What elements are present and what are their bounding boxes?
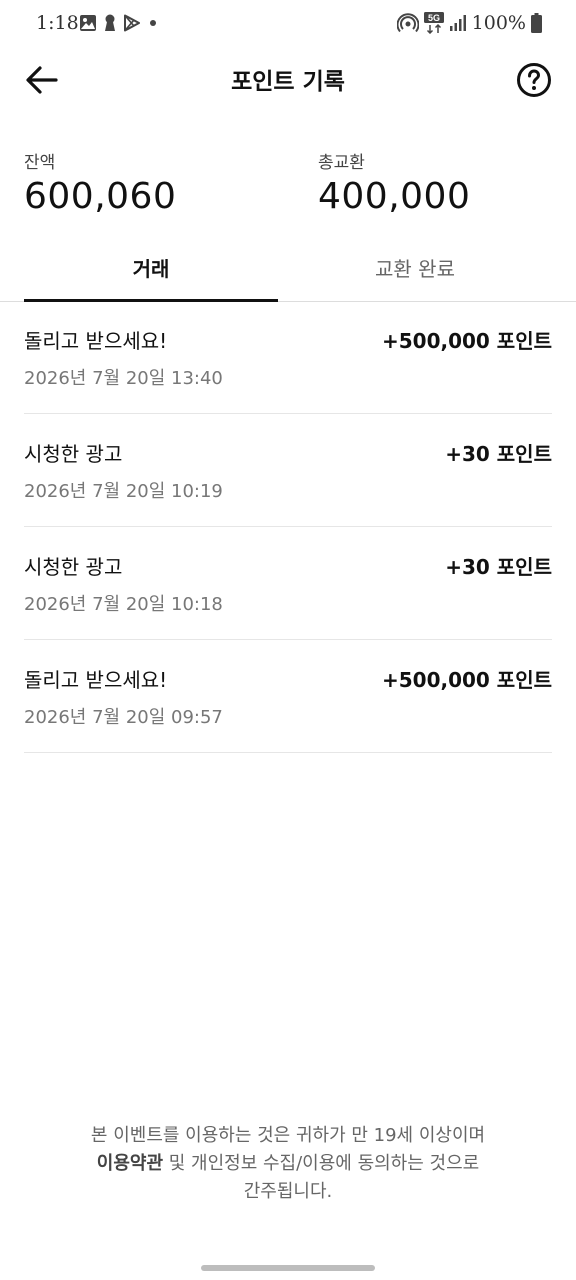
transaction-amount: +500,000 포인트	[381, 329, 552, 353]
network-5g-label: 5G	[428, 13, 440, 23]
status-right-icons: 5G 100%	[396, 12, 542, 34]
footer-line-3: 간주됩니다.	[243, 1181, 333, 1202]
tab-transactions[interactable]: 거래	[24, 246, 278, 302]
transaction-date: 2026년 7월 20일 09:57	[24, 707, 223, 728]
transaction-title: 시청한 광고	[24, 442, 123, 466]
play-store-icon	[123, 14, 141, 32]
dot-icon	[147, 14, 159, 32]
exchanged-value: 400,000	[318, 176, 471, 217]
tab-exchange-completed[interactable]: 교환 완료	[288, 246, 542, 299]
balance-summary: 잔액 600,060	[24, 148, 176, 217]
battery-percent: 100%	[471, 12, 526, 34]
transaction-row[interactable]: 돌리고 받으세요! 2026년 7월 20일 09:57 +500,000 포인…	[24, 640, 552, 753]
footer-line-2: 이용약관 및 개인정보 수집/이용에 동의하는 것으로	[20, 1150, 556, 1178]
transaction-row[interactable]: 시청한 광고 2026년 7월 20일 10:18 +30 포인트	[24, 527, 552, 640]
transaction-date: 2026년 7월 20일 10:19	[24, 481, 223, 502]
transaction-title: 돌리고 받으세요!	[24, 329, 168, 353]
terms-link[interactable]: 이용약관	[97, 1153, 163, 1174]
footer-line-1: 본 이벤트를 이용하는 것은 귀하가 만 19세 이상이며	[90, 1125, 486, 1146]
transaction-amount: +500,000 포인트	[381, 668, 552, 692]
network-5g-icon: 5G	[423, 12, 444, 34]
footer-notice: 본 이벤트를 이용하는 것은 귀하가 만 19세 이상이며 이용약관 및 개인정…	[20, 1122, 556, 1206]
transaction-title: 돌리고 받으세요!	[24, 668, 168, 692]
transaction-row[interactable]: 시청한 광고 2026년 7월 20일 10:19 +30 포인트	[24, 414, 552, 527]
transaction-title: 시청한 광고	[24, 555, 123, 579]
status-time: 1:18	[36, 12, 79, 34]
exchanged-summary: 총교환 400,000	[318, 148, 470, 217]
transaction-amount: +30 포인트	[445, 555, 552, 579]
help-button[interactable]	[516, 62, 552, 98]
question-circle-icon	[516, 63, 552, 102]
battery-icon	[531, 13, 542, 33]
keyhole-icon	[103, 14, 117, 32]
app-header: 포인트 기록	[0, 48, 576, 110]
transaction-amount: +30 포인트	[445, 442, 552, 466]
exchanged-label: 총교환	[318, 153, 365, 173]
status-left-icons	[79, 14, 159, 32]
tab-bar: 거래 교환 완료	[0, 246, 576, 302]
transaction-list: 돌리고 받으세요! 2026년 7월 20일 13:40 +500,000 포인…	[24, 301, 552, 753]
transaction-date: 2026년 7월 20일 10:18	[24, 594, 223, 615]
status-bar: 1:18 5G 100%	[0, 0, 576, 48]
home-indicator[interactable]	[201, 1265, 375, 1271]
balance-label: 잔액	[24, 153, 56, 173]
balance-value: 600,060	[24, 176, 177, 217]
signal-icon	[449, 14, 467, 32]
page-title: 포인트 기록	[231, 69, 345, 95]
hotspot-icon	[396, 13, 419, 33]
transaction-date: 2026년 7월 20일 13:40	[24, 368, 223, 389]
transaction-row[interactable]: 돌리고 받으세요! 2026년 7월 20일 13:40 +500,000 포인…	[24, 301, 552, 414]
gallery-icon	[79, 14, 97, 32]
footer-line-2-text: 및 개인정보 수집/이용에 동의하는 것으로	[163, 1153, 480, 1174]
